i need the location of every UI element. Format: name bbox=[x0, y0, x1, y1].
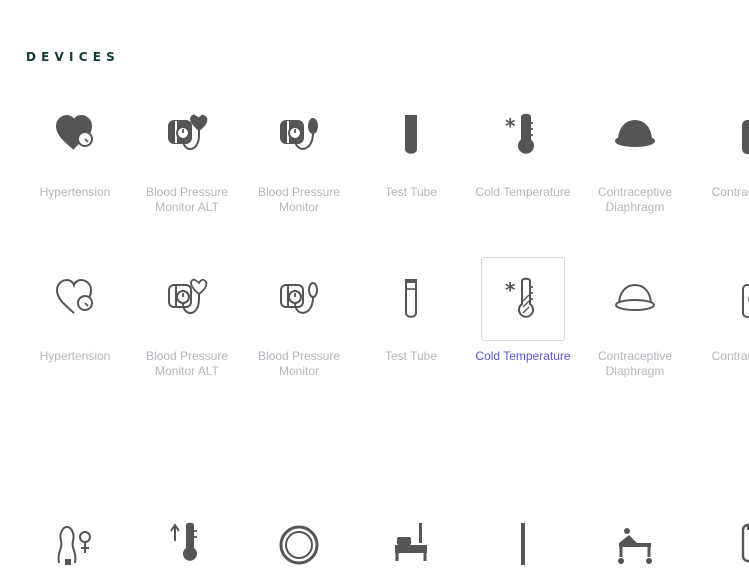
device-icon bbox=[725, 521, 749, 565]
contraceptive-injection-icon bbox=[725, 277, 749, 321]
blood-pressure-monitor-icon bbox=[277, 113, 321, 157]
icon-tile-contraceptive-injection[interactable] bbox=[705, 93, 749, 177]
icon-tile-contraceptive-diaphragm[interactable] bbox=[593, 257, 677, 341]
icon-tile-test-tube[interactable] bbox=[369, 93, 453, 177]
icon-label[interactable]: Blood Pressure Monitor ALT bbox=[132, 349, 242, 379]
needle-icon bbox=[501, 521, 545, 565]
icon-tile-hypertension[interactable] bbox=[33, 93, 117, 177]
blood-pressure-monitor-icon bbox=[277, 277, 321, 321]
contraceptive-diaphragm-icon bbox=[613, 277, 657, 321]
hospital-bed-icon bbox=[389, 521, 433, 565]
icon-label[interactable]: Test Tube bbox=[356, 349, 466, 364]
icon-label[interactable]: Cold Temperature bbox=[468, 185, 578, 200]
contraceptive-diaphragm-icon bbox=[613, 113, 657, 157]
icon-tile-test-tube[interactable] bbox=[369, 257, 453, 341]
icon-label[interactable]: Cold Temperature bbox=[468, 349, 578, 364]
blood-pressure-monitor-alt-icon bbox=[165, 277, 209, 321]
test-tube-icon bbox=[389, 113, 433, 157]
stretcher-icon bbox=[613, 521, 657, 565]
icon-tile-stretcher[interactable] bbox=[593, 501, 677, 585]
blood-pressure-monitor-alt-icon bbox=[165, 113, 209, 157]
icon-label[interactable]: Blood Pressure Monitor bbox=[244, 349, 354, 379]
section-title: DEVICES bbox=[26, 50, 120, 64]
ring-icon bbox=[277, 521, 321, 565]
fertility-icon bbox=[53, 521, 97, 565]
icon-tile-contraceptive-injection[interactable] bbox=[705, 257, 749, 341]
svg-text:*: * bbox=[505, 278, 516, 302]
icon-tile-ring[interactable] bbox=[257, 501, 341, 585]
icon-tile-blood-pressure-monitor-alt[interactable] bbox=[145, 93, 229, 177]
cold-temperature-icon: * bbox=[501, 277, 545, 321]
icon-label[interactable]: Contraceptive Diaphragm bbox=[580, 185, 690, 215]
icon-tile-blood-pressure-monitor-alt[interactable] bbox=[145, 257, 229, 341]
icon-tile-needle[interactable] bbox=[481, 501, 565, 585]
icon-label[interactable]: Hypertension bbox=[20, 185, 130, 200]
icon-tile-cold-temperature[interactable]: * bbox=[481, 93, 565, 177]
svg-text:*: * bbox=[505, 114, 516, 138]
icon-label[interactable]: Blood Pressure Monitor bbox=[244, 185, 354, 215]
icon-label[interactable]: Contrac Injec bbox=[692, 349, 749, 364]
hypertension-icon bbox=[53, 277, 97, 321]
icon-tile-fertility[interactable] bbox=[33, 501, 117, 585]
icon-label[interactable]: Contrac Injec bbox=[692, 185, 749, 200]
icon-tile-hypertension[interactable] bbox=[33, 257, 117, 341]
icon-label[interactable]: Contraceptive Diaphragm bbox=[580, 349, 690, 379]
icon-tile-fever-rising[interactable] bbox=[145, 501, 229, 585]
hypertension-icon bbox=[53, 113, 97, 157]
icon-tile-blood-pressure-monitor[interactable] bbox=[257, 93, 341, 177]
icon-tile-contraceptive-diaphragm[interactable] bbox=[593, 93, 677, 177]
icon-tile-cold-temperature[interactable]: * bbox=[481, 257, 565, 341]
test-tube-icon bbox=[389, 277, 433, 321]
fever-rising-icon bbox=[165, 521, 209, 565]
icon-label[interactable]: Hypertension bbox=[20, 349, 130, 364]
cold-temperature-icon: * bbox=[501, 113, 545, 157]
icon-tile-hospital-bed[interactable] bbox=[369, 501, 453, 585]
icon-label[interactable]: Test Tube bbox=[356, 185, 466, 200]
icon-label[interactable]: Blood Pressure Monitor ALT bbox=[132, 185, 242, 215]
icon-tile-blood-pressure-monitor[interactable] bbox=[257, 257, 341, 341]
icon-tile-device[interactable] bbox=[705, 501, 749, 585]
contraceptive-injection-icon bbox=[725, 113, 749, 157]
